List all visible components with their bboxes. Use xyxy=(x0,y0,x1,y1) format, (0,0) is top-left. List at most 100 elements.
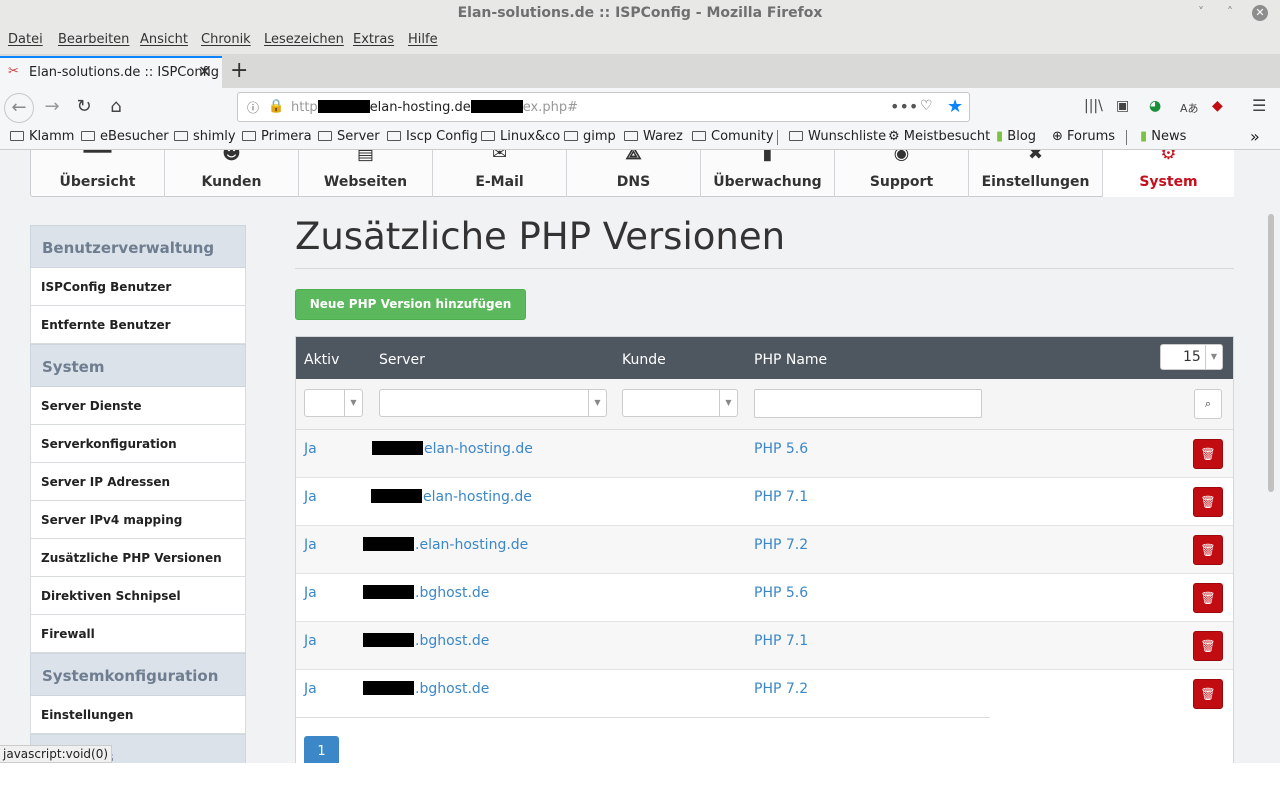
info-icon[interactable]: ⓘ xyxy=(247,99,259,116)
menu-chronik[interactable]: Chronik xyxy=(201,32,251,47)
bookmark-folder[interactable]: Wunschliste xyxy=(789,129,886,144)
nav-uebersicht[interactable]: ▀▀ Übersicht xyxy=(31,150,165,197)
menu-datei[interactable]: Datei xyxy=(8,32,43,47)
server-cell[interactable]: .bghost.de xyxy=(363,633,489,649)
server-filter-select[interactable]: ▼ xyxy=(379,389,607,417)
php-name-cell[interactable]: PHP 7.1 xyxy=(754,633,808,649)
hamburger-menu-icon[interactable]: ☰ xyxy=(1252,96,1266,115)
nav-support[interactable]: ◉ Support xyxy=(835,150,969,197)
nav-dns[interactable]: ⟁ DNS xyxy=(567,150,701,197)
new-tab-icon[interactable]: + xyxy=(230,58,248,83)
table-row[interactable]: Ja elan-hosting.de PHP 7.1 🗑 xyxy=(296,478,1233,526)
delete-button[interactable]: 🗑 xyxy=(1193,487,1223,517)
bookmark-folder[interactable]: Linux&co xyxy=(481,129,560,144)
active-cell[interactable]: Ja xyxy=(304,681,317,697)
maximize-icon[interactable]: ˄ xyxy=(1227,0,1233,26)
menu-bearbeiten[interactable]: Bearbeiten xyxy=(58,32,129,47)
server-cell[interactable]: .elan-hosting.de xyxy=(363,537,528,553)
menu-ansicht[interactable]: Ansicht xyxy=(140,32,188,47)
bookmark-folder[interactable]: Comunity xyxy=(692,129,774,144)
bookmark-link[interactable]: ▮ Blog xyxy=(996,129,1036,144)
delete-button[interactable]: 🗑 xyxy=(1193,679,1223,709)
aktiv-filter-select[interactable]: ▼ xyxy=(304,389,363,417)
page-scrollbar[interactable] xyxy=(1266,150,1276,763)
column-server[interactable]: Server xyxy=(379,352,425,368)
url-text[interactable]: http elan-hosting.de ex.php# xyxy=(291,100,578,115)
sidebar-item-server-dienste[interactable]: Server Dienste xyxy=(30,387,246,425)
bookmark-folder[interactable]: Primera xyxy=(242,129,312,144)
active-cell[interactable]: Ja xyxy=(304,633,317,649)
delete-button[interactable]: 🗑 xyxy=(1193,535,1223,565)
menu-hilfe[interactable]: Hilfe xyxy=(408,32,438,47)
nav-webseiten[interactable]: ▤ Webseiten xyxy=(299,150,433,197)
minimize-icon[interactable]: ˅ xyxy=(1198,0,1204,26)
menu-extras[interactable]: Extras xyxy=(353,32,394,47)
server-cell[interactable]: .bghost.de xyxy=(363,681,489,697)
pagination-page-1[interactable]: 1 xyxy=(304,736,339,763)
add-php-version-button[interactable]: Neue PHP Version hinzufügen xyxy=(295,289,526,320)
sidebar-item-server-ipv4-mapping[interactable]: Server IPv4 mapping xyxy=(30,501,246,539)
sidebar-icon[interactable]: ▣ xyxy=(1116,98,1129,114)
table-row[interactable]: Ja .elan-hosting.de PHP 7.2 🗑 xyxy=(296,526,1233,574)
sidebar-item-direktiven-schnipsel[interactable]: Direktiven Schnipsel xyxy=(30,577,246,615)
table-row[interactable]: Ja .bghost.de PHP 7.2 🗑 xyxy=(296,670,1233,718)
delete-button[interactable]: 🗑 xyxy=(1193,439,1223,469)
php-name-filter-input[interactable] xyxy=(754,389,982,418)
nav-email[interactable]: ✉ E-Mail xyxy=(433,150,567,197)
close-tab-icon[interactable]: ✕ xyxy=(198,62,211,81)
column-kunde[interactable]: Kunde xyxy=(622,352,666,368)
nav-kunden[interactable]: ☻ Kunden xyxy=(165,150,299,197)
close-window-icon[interactable]: ✕ xyxy=(1252,5,1268,21)
home-icon[interactable]: ⌂ xyxy=(102,93,130,121)
table-row[interactable]: Ja elan-hosting.de PHP 5.6 🗑 xyxy=(296,430,1233,478)
reload-icon[interactable]: ↻ xyxy=(70,93,98,121)
bookmark-folder[interactable]: Server xyxy=(318,129,380,144)
scrollbar-thumb[interactable] xyxy=(1268,214,1274,492)
url-bar[interactable]: ⓘ 🔒 http elan-hosting.de ex.php# ••• ♡ ★ xyxy=(237,92,970,122)
bookmark-folder[interactable]: eBesucher xyxy=(81,129,169,144)
translate-icon[interactable]: Aあ xyxy=(1180,100,1199,116)
php-name-cell[interactable]: PHP 7.2 xyxy=(754,681,808,697)
active-cell[interactable]: Ja xyxy=(304,441,317,457)
library-icon[interactable]: |||\ xyxy=(1084,98,1103,114)
bookmark-folder[interactable]: Warez xyxy=(624,129,683,144)
sidebar-item-serverkonfiguration[interactable]: Serverkonfiguration xyxy=(30,425,246,463)
delete-button[interactable]: 🗑 xyxy=(1193,583,1223,613)
active-cell[interactable]: Ja xyxy=(304,489,317,505)
bookmark-link[interactable]: ▮ News xyxy=(1140,129,1186,144)
menu-lesezeichen[interactable]: Lesezeichen xyxy=(264,32,344,47)
browser-tab[interactable]: ✂ Elan-solutions.de :: ISPConfig ✕ xyxy=(0,56,222,88)
back-icon[interactable]: ← xyxy=(4,93,34,123)
php-name-cell[interactable]: PHP 7.1 xyxy=(754,489,808,505)
sidebar-item-ispconfig-benutzer[interactable]: ISPConfig Benutzer xyxy=(30,268,246,306)
addon-icon[interactable]: ◆ xyxy=(1212,98,1223,114)
page-size-select[interactable]: 15 ▼ xyxy=(1160,344,1223,370)
php-name-cell[interactable]: PHP 5.6 xyxy=(754,585,808,601)
active-cell[interactable]: Ja xyxy=(304,585,317,601)
page-actions-icon[interactable]: ••• xyxy=(890,97,918,116)
bookmark-folder[interactable]: shimly xyxy=(174,129,236,144)
bookmark-folder[interactable]: Klamm xyxy=(10,129,74,144)
kunde-filter-select[interactable]: ▼ xyxy=(622,389,738,417)
bookmark-star-icon[interactable]: ★ xyxy=(947,96,963,117)
column-aktiv[interactable]: Aktiv xyxy=(304,352,339,368)
bookmark-folder[interactable]: ⚙ Meistbesucht xyxy=(888,129,990,144)
sidebar-item-php-versionen[interactable]: Zusätzliche PHP Versionen xyxy=(30,539,246,577)
lock-icon[interactable]: 🔒 xyxy=(268,99,284,114)
column-php-name[interactable]: PHP Name xyxy=(754,352,827,368)
search-button[interactable]: ⌕ xyxy=(1194,389,1222,419)
bookmark-link[interactable]: ⊕ Forums xyxy=(1052,129,1115,144)
nav-ueberwachung[interactable]: ▮ Überwachung xyxy=(701,150,835,197)
forward-icon[interactable]: → xyxy=(38,93,66,121)
active-cell[interactable]: Ja xyxy=(304,537,317,553)
table-row[interactable]: Ja .bghost.de PHP 7.1 🗑 xyxy=(296,622,1233,670)
bookmark-folder[interactable]: Iscp Config xyxy=(387,129,478,144)
server-cell[interactable]: elan-hosting.de xyxy=(371,489,532,505)
server-cell[interactable]: elan-hosting.de xyxy=(372,441,533,457)
sidebar-item-einstellungen[interactable]: Einstellungen xyxy=(30,696,246,734)
bookmark-folder[interactable]: gimp xyxy=(564,129,616,144)
server-cell[interactable]: .bghost.de xyxy=(363,585,489,601)
table-row[interactable]: Ja .bghost.de PHP 5.6 🗑 xyxy=(296,574,1233,622)
sidebar-item-firewall[interactable]: Firewall xyxy=(30,615,246,653)
php-name-cell[interactable]: PHP 7.2 xyxy=(754,537,808,553)
